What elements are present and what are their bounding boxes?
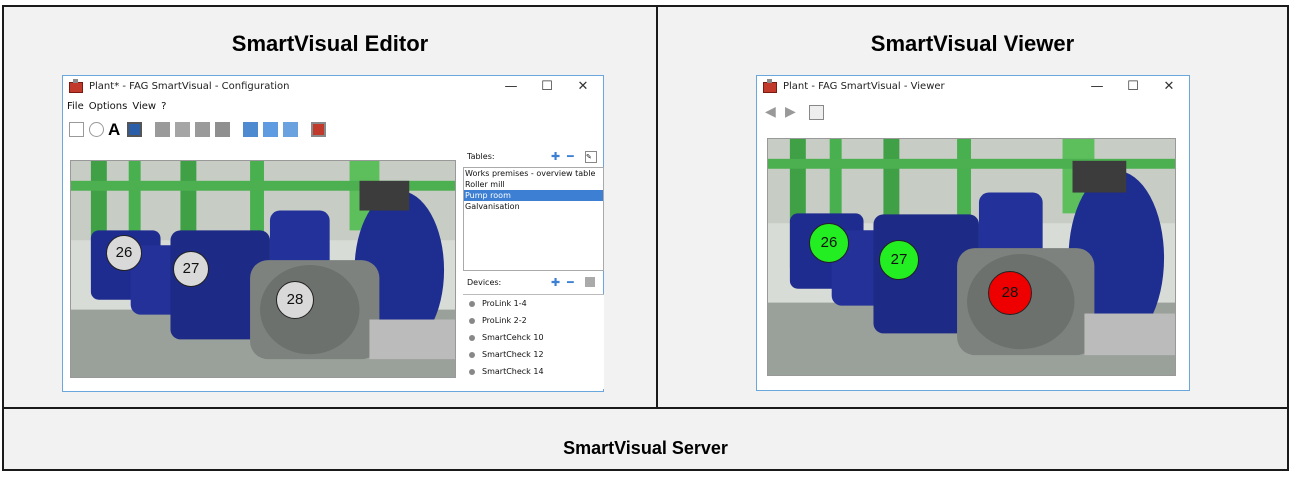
viewer-panel-title: SmartVisual Viewer: [870, 31, 1075, 56]
device-status-icon: [469, 351, 475, 358]
device-item[interactable]: SmartCheck 14: [469, 363, 604, 380]
editor-window-title: Plant* - FAG SmartVisual - Configuration: [89, 81, 290, 92]
distribute-icon[interactable]: [215, 122, 230, 137]
close-button[interactable]: ✕: [1159, 78, 1179, 96]
devices-label: Devices:: [467, 278, 502, 287]
device-item[interactable]: ProLink 2-2: [469, 312, 604, 329]
viewer-toolbar: ◀ ▶: [761, 105, 881, 125]
sensor-marker-27[interactable]: 27: [173, 251, 209, 287]
tables-list: Works premises - overview table Roller m…: [463, 167, 604, 271]
exit-icon[interactable]: [311, 122, 326, 137]
viewer-window: Plant - FAG SmartVisual - Viewer — ☐ ✕ ◀…: [756, 75, 1190, 391]
device-status-icon: [469, 334, 475, 341]
device-item[interactable]: SmartCehck 10: [469, 329, 604, 346]
add-table-icon[interactable]: ✚: [551, 151, 560, 162]
save-file-icon[interactable]: [263, 122, 278, 137]
device-status-icon: [469, 300, 475, 307]
menu-file[interactable]: File: [67, 101, 84, 112]
circle-tool-icon[interactable]: [89, 122, 104, 137]
viewer-titlebar: Plant - FAG SmartVisual - Viewer — ☐ ✕: [757, 76, 1189, 100]
edit-device-icon[interactable]: [585, 277, 595, 287]
sensor-marker-28[interactable]: 28: [276, 281, 314, 319]
sensor-marker-26[interactable]: 26: [809, 223, 849, 263]
menu-help[interactable]: ?: [161, 101, 166, 112]
remove-device-icon[interactable]: ━: [567, 277, 574, 288]
tables-label: Tables:: [467, 152, 495, 161]
plant-photo: 26 27 28: [70, 160, 456, 378]
app-icon: [69, 79, 83, 93]
editor-titlebar: Plant* - FAG SmartVisual - Configuration…: [63, 76, 603, 100]
device-label: ProLink 2-2: [482, 316, 527, 325]
back-arrow-icon[interactable]: ◀: [765, 105, 780, 120]
device-label: SmartCheck 14: [482, 367, 544, 376]
edit-table-icon[interactable]: ✎: [585, 151, 597, 163]
plant-photo: 26 27 28: [767, 138, 1176, 376]
align-left-icon[interactable]: [155, 122, 170, 137]
close-button[interactable]: ✕: [573, 78, 593, 96]
sensor-marker-27[interactable]: 27: [879, 240, 919, 280]
forward-arrow-icon[interactable]: ▶: [785, 105, 800, 120]
text-tool-icon[interactable]: A: [108, 121, 123, 138]
menu-bar: File Options View?: [67, 101, 171, 112]
viewer-panel: SmartVisual Viewer Plant - FAG SmartVisu…: [658, 7, 1287, 407]
table-item[interactable]: Galvanisation: [464, 201, 603, 212]
minimize-button[interactable]: —: [501, 78, 521, 96]
rectangle-tool-icon[interactable]: [69, 122, 84, 137]
menu-view[interactable]: View: [132, 101, 156, 112]
server-panel-title: SmartVisual Server: [563, 438, 728, 458]
device-label: ProLink 1-4: [482, 299, 527, 308]
save-as-icon[interactable]: [283, 122, 298, 137]
diagram-frame: SmartVisual Editor Plant* - FAG SmartVis…: [2, 5, 1289, 471]
table-item[interactable]: Works premises - overview table: [464, 168, 603, 179]
zoom-icon[interactable]: [809, 105, 824, 120]
table-item-selected[interactable]: Pump room: [464, 190, 603, 201]
open-file-icon[interactable]: [243, 122, 258, 137]
table-item[interactable]: Roller mill: [464, 179, 603, 190]
editor-panel: SmartVisual Editor Plant* - FAG SmartVis…: [4, 7, 658, 407]
add-device-icon[interactable]: ✚: [551, 277, 560, 288]
device-item[interactable]: SmartCheck 12: [469, 346, 604, 363]
menu-options[interactable]: Options: [89, 101, 128, 112]
image-tool-icon[interactable]: [127, 122, 142, 137]
tables-section: Tables: ✚ ━ ✎ Works premises - overview …: [463, 151, 604, 272]
app-icon: [763, 79, 777, 93]
device-status-icon: [469, 368, 475, 375]
device-label: SmartCheck 12: [482, 350, 544, 359]
editor-panel-title: SmartVisual Editor: [231, 31, 429, 56]
align-center-icon[interactable]: [175, 122, 190, 137]
remove-table-icon[interactable]: ━: [567, 151, 574, 162]
maximize-button[interactable]: ☐: [537, 78, 557, 96]
device-label: SmartCehck 10: [482, 333, 544, 342]
device-status-icon: [469, 317, 475, 324]
editor-window: Plant* - FAG SmartVisual - Configuration…: [62, 75, 604, 392]
viewer-window-title: Plant - FAG SmartVisual - Viewer: [783, 81, 945, 92]
devices-section: Devices: ✚ ━ ProLink 1-4 ProLink 2-2 Sma…: [463, 274, 604, 389]
device-item[interactable]: ProLink 1-4: [469, 295, 604, 312]
maximize-button[interactable]: ☐: [1123, 78, 1143, 96]
align-right-icon[interactable]: [195, 122, 210, 137]
sensor-marker-28[interactable]: 28: [988, 271, 1032, 315]
devices-list: ProLink 1-4 ProLink 2-2 SmartCehck 10 Sm…: [463, 294, 604, 389]
minimize-button[interactable]: —: [1087, 78, 1107, 96]
sensor-marker-26[interactable]: 26: [106, 235, 142, 271]
editor-toolbar: A: [67, 121, 367, 142]
